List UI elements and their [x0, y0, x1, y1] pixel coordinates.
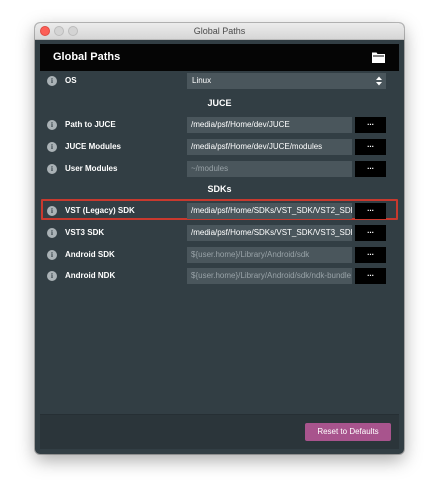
info-icon[interactable]: i	[47, 76, 57, 86]
os-label: OS	[65, 76, 77, 85]
path-to-juce-field[interactable]: /media/psf/Home/dev/JUCE	[187, 117, 352, 133]
os-select-value: Linux	[192, 76, 212, 85]
juce-section-heading: JUCE	[207, 98, 232, 108]
row-label: VST (Legacy) SDK	[65, 206, 135, 215]
browse-button[interactable]: ...	[355, 225, 386, 241]
android-sdk-field[interactable]: ${user.home}/Library/Android/sdk	[187, 247, 352, 263]
path-to-juce-row: i Path to JUCE /media/psf/Home/dev/JUCE …	[35, 117, 404, 133]
juce-modules-row: i JUCE Modules /media/psf/Home/dev/JUCE/…	[35, 139, 404, 155]
sdks-section-heading: SDKs	[207, 184, 232, 194]
global-paths-window: Global Paths Global Paths i OS Linux JUC…	[35, 23, 404, 454]
browse-button[interactable]: ...	[355, 139, 386, 155]
info-icon[interactable]: i	[47, 250, 57, 260]
title-bar: Global Paths	[35, 23, 404, 40]
android-ndk-field[interactable]: ${user.home}/Library/Android/sdk/ndk-bun…	[187, 268, 352, 284]
row-label: JUCE Modules	[65, 142, 122, 151]
row-label: Path to JUCE	[65, 120, 116, 129]
panel-header: Global Paths	[40, 44, 399, 71]
row-label: VST3 SDK	[65, 228, 105, 237]
select-arrows-icon	[376, 76, 382, 86]
panel-title: Global Paths	[53, 51, 121, 63]
browse-button[interactable]: ...	[355, 161, 386, 177]
reset-to-defaults-button[interactable]: Reset to Defaults	[305, 423, 391, 441]
browse-button[interactable]: ...	[355, 268, 386, 284]
browse-button[interactable]: ...	[355, 247, 386, 263]
row-label: Android NDK	[65, 271, 116, 280]
window-title: Global Paths	[193, 26, 246, 36]
info-icon[interactable]: i	[47, 228, 57, 238]
juce-modules-field[interactable]: /media/psf/Home/dev/JUCE/modules	[187, 139, 352, 155]
info-icon[interactable]: i	[47, 142, 57, 152]
user-modules-row: i User Modules ~/modules ...	[35, 161, 404, 177]
android-sdk-row: i Android SDK ${user.home}/Library/Andro…	[35, 247, 404, 263]
vst3-sdk-field[interactable]: /media/psf/Home/SDKs/VST_SDK/VST3_SDK	[187, 225, 352, 241]
android-ndk-row: i Android NDK ${user.home}/Library/Andro…	[35, 268, 404, 284]
info-icon[interactable]: i	[47, 164, 57, 174]
info-icon[interactable]: i	[47, 120, 57, 130]
browse-button[interactable]: ...	[355, 203, 386, 219]
folder-icon[interactable]	[371, 51, 386, 64]
vst-legacy-sdk-field[interactable]: /media/psf/Home/SDKs/VST_SDK/VST2_SDK	[187, 203, 352, 219]
os-select[interactable]: Linux	[187, 73, 386, 89]
browse-button[interactable]: ...	[355, 117, 386, 133]
row-label: Android SDK	[65, 250, 115, 259]
row-label: User Modules	[65, 164, 118, 173]
vst-legacy-sdk-row: i VST (Legacy) SDK /media/psf/Home/SDKs/…	[35, 203, 404, 219]
info-icon[interactable]: i	[47, 271, 57, 281]
os-row: i OS Linux	[35, 73, 404, 89]
footer-bar: Reset to Defaults	[40, 415, 399, 449]
user-modules-field[interactable]: ~/modules	[187, 161, 352, 177]
info-icon[interactable]: i	[47, 206, 57, 216]
vst3-sdk-row: i VST3 SDK /media/psf/Home/SDKs/VST_SDK/…	[35, 225, 404, 241]
